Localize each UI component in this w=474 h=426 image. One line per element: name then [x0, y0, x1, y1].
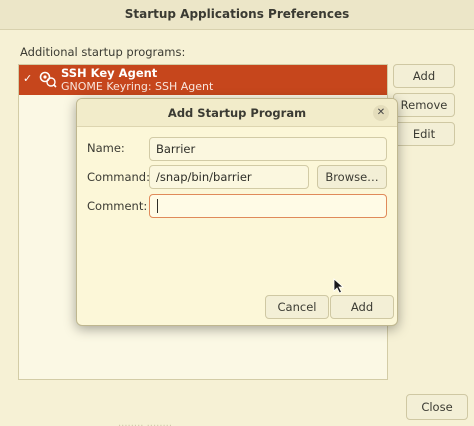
comment-field[interactable] — [149, 194, 387, 218]
program-description: GNOME Keyring: SSH Agent — [61, 80, 214, 93]
faint-background-text: ........ ........ — [118, 418, 173, 426]
section-label: Additional startup programs: — [20, 45, 186, 59]
command-field[interactable]: /snap/bin/barrier — [149, 165, 309, 189]
window-titlebar: Startup Applications Preferences — [0, 0, 474, 30]
cancel-button[interactable]: Cancel — [265, 295, 329, 319]
mouse-pointer-icon — [333, 278, 345, 294]
remove-button[interactable]: Remove — [393, 93, 455, 117]
name-value: Barrier — [156, 142, 196, 156]
dialog-title: Add Startup Program — [167, 106, 307, 120]
close-button[interactable]: Close — [406, 394, 468, 420]
checkbox-checked-icon[interactable]: ✓ — [23, 73, 35, 85]
text-caret — [157, 199, 158, 213]
command-label: Command: — [87, 170, 150, 184]
add-startup-program-dialog: Add Startup Program ✕ Name: Barrier Comm… — [76, 98, 398, 326]
dialog-close-icon[interactable]: ✕ — [373, 105, 389, 121]
browse-button[interactable]: Browse… — [317, 165, 387, 189]
name-field[interactable]: Barrier — [149, 137, 387, 161]
dialog-add-button[interactable]: Add — [330, 295, 394, 319]
command-value: /snap/bin/barrier — [156, 170, 252, 184]
name-label: Name: — [87, 141, 125, 155]
dialog-titlebar: Add Startup Program ✕ — [77, 99, 397, 127]
gear-key-icon — [39, 71, 57, 88]
add-button[interactable]: Add — [393, 64, 455, 88]
comment-label: Comment: — [87, 199, 148, 213]
list-item-ssh-key-agent[interactable]: ✓ SSH Key Agent GNOME Keyring: SSH Agent — [19, 65, 387, 95]
window-title: Startup Applications Preferences — [124, 7, 350, 21]
program-name: SSH Key Agent — [61, 66, 158, 80]
edit-button[interactable]: Edit — [393, 122, 455, 146]
